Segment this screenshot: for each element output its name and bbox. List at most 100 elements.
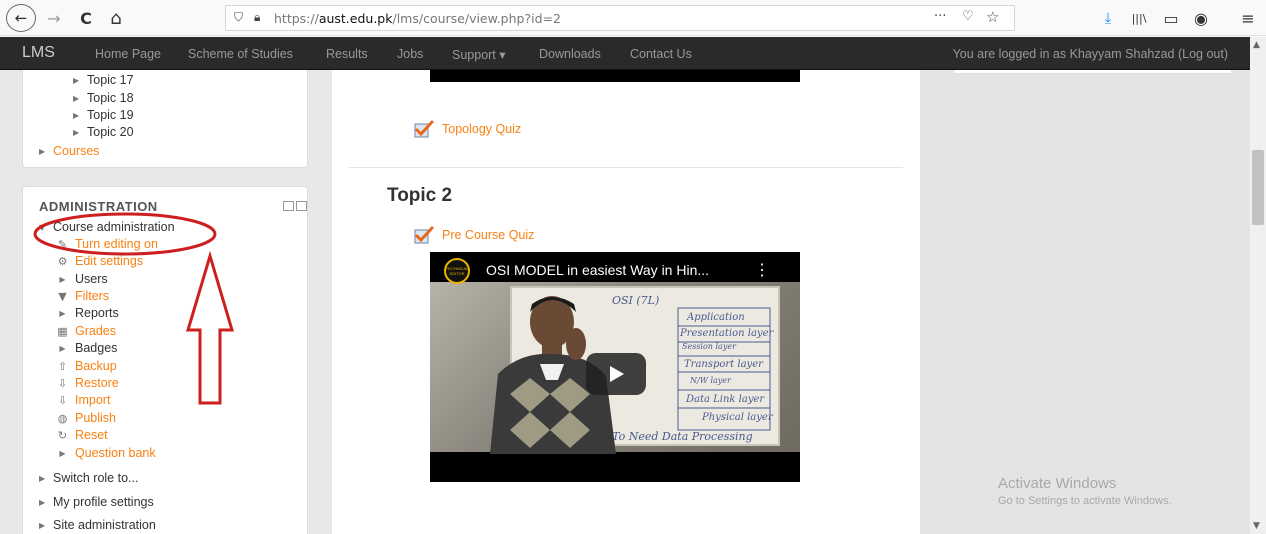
tree-users[interactable]: ▶ Users bbox=[56, 272, 107, 286]
bookmark-star-icon[interactable]: ☆ bbox=[986, 8, 999, 26]
quiz-icon bbox=[414, 120, 434, 138]
expand-arrow-icon: ▶ bbox=[39, 497, 46, 507]
tree-courses[interactable]: ▶ Courses bbox=[39, 144, 100, 158]
expand-arrow-icon: ▶ bbox=[73, 75, 80, 85]
back-arrow-icon[interactable]: ← bbox=[6, 4, 36, 32]
nav-support[interactable]: Support ▾ bbox=[452, 47, 506, 62]
pencil-icon: ✎ bbox=[57, 237, 68, 251]
tree-topic-17[interactable]: ▶ Topic 17 bbox=[73, 73, 134, 87]
tree-switch-role[interactable]: ▶ Switch role to... bbox=[39, 471, 138, 485]
scroll-thumb[interactable] bbox=[1252, 150, 1264, 225]
publish-link[interactable]: ◍ Publish bbox=[56, 411, 116, 425]
globe-icon: ◍ bbox=[57, 411, 68, 425]
tree-site-administration[interactable]: ▶ Site administration bbox=[39, 518, 156, 532]
grades-link[interactable]: ▦ Grades bbox=[56, 324, 116, 338]
library-icon[interactable]: |||\ bbox=[1127, 6, 1151, 30]
nav-downloads[interactable]: Downloads bbox=[539, 47, 601, 61]
expand-arrow-icon: ▶ bbox=[39, 473, 46, 483]
right-block-bottom bbox=[954, 70, 1231, 74]
play-button[interactable] bbox=[586, 353, 646, 395]
play-icon bbox=[610, 366, 624, 382]
lms-navbar: LMS Home Page Scheme of Studies Results … bbox=[0, 37, 1250, 70]
question-bank-link[interactable]: ▶ Question bank bbox=[56, 446, 155, 460]
tree-topic-20[interactable]: ▶ Topic 20 bbox=[73, 125, 134, 139]
forward-arrow-icon[interactable]: → bbox=[42, 6, 66, 30]
tree-my-profile-settings[interactable]: ▶ My profile settings bbox=[39, 495, 154, 509]
collapse-icon[interactable] bbox=[296, 201, 307, 211]
nav-home-page[interactable]: Home Page bbox=[95, 47, 161, 61]
expand-arrow-icon: ▶ bbox=[73, 127, 80, 137]
scroll-down-icon[interactable]: ▼ bbox=[1253, 521, 1260, 531]
expand-arrow-icon: ▶ bbox=[39, 146, 46, 156]
nav-scheme-of-studies[interactable]: Scheme of Studies bbox=[188, 47, 293, 61]
section-divider bbox=[349, 167, 903, 168]
download-icon[interactable]: ⤓ bbox=[1096, 6, 1120, 30]
tree-badges[interactable]: ▶ Badges bbox=[56, 341, 117, 355]
expand-arrow-icon: ▶ bbox=[73, 110, 80, 120]
channel-avatar[interactable]: TECHNICAL EDITOR bbox=[444, 258, 470, 284]
import-link[interactable]: ⇩ Import bbox=[56, 393, 111, 407]
page-actions-icon[interactable]: ··· bbox=[934, 9, 946, 24]
topology-quiz-activity[interactable]: Topology Quiz bbox=[414, 120, 521, 138]
video-title[interactable]: OSI MODEL in easiest Way in Hin... bbox=[486, 262, 709, 278]
topic-title: Topic 2 bbox=[387, 185, 453, 206]
nav-contact-us[interactable]: Contact Us bbox=[630, 47, 692, 61]
reset-link[interactable]: ↻ Reset bbox=[56, 428, 108, 442]
quiz-icon bbox=[414, 226, 434, 244]
url-text[interactable]: https://aust.edu.pk/lms/course/view.php?… bbox=[274, 11, 561, 26]
filter-icon: ▼ bbox=[58, 289, 67, 303]
download-icon: ⇩ bbox=[57, 393, 68, 407]
expand-arrow-icon: ▶ bbox=[39, 520, 46, 530]
filters-link[interactable]: ▼ Filters bbox=[56, 289, 109, 303]
url-bar[interactable]: ⛉ 🔒︎ https://aust.edu.pk/lms/course/view… bbox=[225, 5, 1015, 31]
pocket-icon[interactable]: ♡ bbox=[962, 9, 974, 24]
login-info[interactable]: You are logged in as Khayyam Shahzad (Lo… bbox=[953, 47, 1228, 61]
account-icon[interactable]: ◉ bbox=[1189, 6, 1213, 30]
backup-link[interactable]: ⇧ Backup bbox=[56, 359, 117, 373]
expand-arrow-icon: ▶ bbox=[59, 448, 66, 458]
page-scrollbar[interactable]: ▲ ▼ bbox=[1250, 37, 1266, 534]
sidebar-icon[interactable]: ▭ bbox=[1159, 6, 1183, 30]
right-sidebar: Activate Windows Go to Settings to activ… bbox=[920, 70, 1250, 534]
tree-course-administration[interactable]: ▼ Course administration bbox=[39, 220, 175, 234]
activate-windows-watermark: Activate Windows Go to Settings to activ… bbox=[998, 475, 1172, 507]
edit-settings-link[interactable]: ⚙ Edit settings bbox=[56, 254, 144, 268]
upload-icon: ⇧ bbox=[57, 359, 68, 373]
navigation-block: ▶ Topic 17 ▶ Topic 18 ▶ Topic 19 ▶ Topic 20 … bbox=[22, 70, 308, 168]
tree-topic-18[interactable]: ▶ Topic 18 bbox=[73, 91, 134, 105]
pre-course-quiz-activity[interactable]: Pre Course Quiz bbox=[414, 226, 534, 244]
collapse-arrow-icon: ▼ bbox=[39, 222, 46, 232]
scroll-up-icon[interactable]: ▲ bbox=[1253, 40, 1260, 50]
more-options-icon[interactable]: ⋮ bbox=[754, 260, 770, 280]
block-controls[interactable] bbox=[283, 201, 309, 212]
expand-arrow-icon: ▶ bbox=[73, 93, 80, 103]
administration-title: ADMINISTRATION bbox=[39, 199, 158, 214]
expand-arrow-icon: ▶ bbox=[59, 308, 66, 318]
administration-block: ADMINISTRATION ▼ Course administration ✎ T… bbox=[22, 186, 308, 534]
reload-icon[interactable]: C bbox=[74, 6, 98, 30]
gear-icon: ⚙ bbox=[57, 254, 68, 268]
expand-arrow-icon: ▶ bbox=[59, 343, 66, 353]
tree-topic-19[interactable]: ▶ Topic 19 bbox=[73, 108, 134, 122]
browser-toolbar: ← → C ⌂ ⛉ 🔒︎ https://aust.edu.pk/lms/cou… bbox=[0, 0, 1266, 36]
tree-reports[interactable]: ▶ Reports bbox=[56, 306, 118, 320]
home-icon[interactable]: ⌂ bbox=[104, 6, 128, 30]
nav-jobs[interactable]: Jobs bbox=[397, 47, 423, 61]
download-icon: ⇩ bbox=[57, 376, 68, 390]
lock-icon[interactable]: 🔒︎ bbox=[254, 10, 260, 25]
turn-editing-on-link[interactable]: ✎ Turn editing on bbox=[56, 237, 158, 251]
youtube-video-embed[interactable]: OSI (7L) Application Presentation layer … bbox=[430, 252, 800, 482]
reset-icon: ↻ bbox=[57, 428, 68, 442]
dock-icon[interactable] bbox=[283, 201, 294, 211]
table-icon: ▦ bbox=[57, 324, 68, 338]
restore-link[interactable]: ⇩ Restore bbox=[56, 376, 119, 390]
expand-arrow-icon: ▶ bbox=[59, 274, 66, 284]
page-body: ▶ Topic 17 ▶ Topic 18 ▶ Topic 19 ▶ Topic 20 … bbox=[0, 70, 1250, 534]
shield-icon[interactable]: ⛉ bbox=[234, 10, 243, 25]
previous-video-bottom[interactable] bbox=[430, 70, 800, 82]
brand-logo[interactable]: LMS bbox=[22, 44, 55, 62]
nav-results[interactable]: Results bbox=[326, 47, 368, 61]
hamburger-menu-icon[interactable]: ≡ bbox=[1236, 6, 1260, 30]
whiteboard-layer-boxes bbox=[677, 307, 771, 431]
course-content: Topology Quiz Topic 2 Pre Course Quiz OS… bbox=[332, 70, 920, 534]
